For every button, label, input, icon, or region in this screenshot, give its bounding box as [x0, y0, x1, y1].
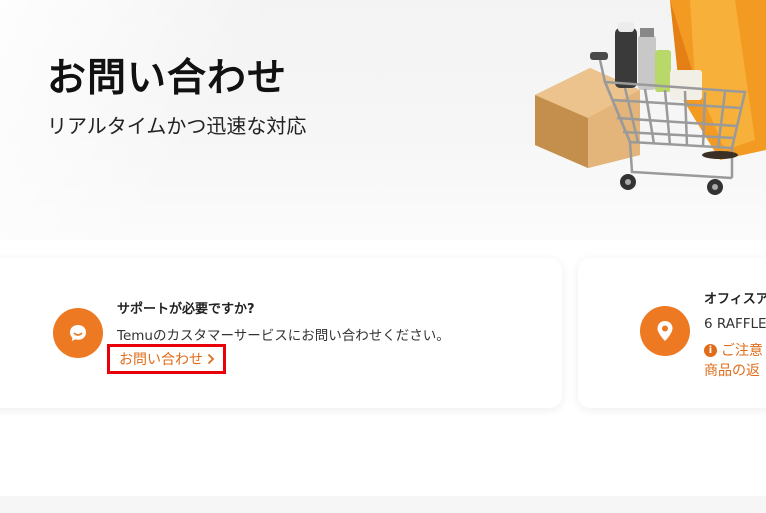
office-address-card: オフィスア 6 RAFFLE i ご注意 商品の返: [578, 258, 766, 408]
chevron-right-icon: [207, 353, 215, 365]
location-pin-icon: [640, 306, 690, 356]
office-notice-text-line2: 商品の返: [704, 363, 760, 379]
info-icon: i: [704, 343, 717, 357]
contact-us-link-label: お問い合わせ: [119, 352, 203, 368]
chat-bubble-icon: [53, 308, 103, 358]
office-notice: i ご注意: [704, 340, 763, 360]
footer-divider: [0, 496, 766, 513]
office-card-title: オフィスア: [704, 292, 766, 307]
page-subtitle: リアルタイムかつ迅速な対応: [47, 114, 307, 138]
support-card-description: Temuのカスタマーサービスにお問い合わせください。: [117, 328, 450, 344]
support-card: サポートが必要ですか? Temuのカスタマーサービスにお問い合わせください。 お…: [0, 258, 562, 408]
contact-us-link[interactable]: お問い合わせ: [107, 344, 226, 374]
office-address-text: 6 RAFFLE: [704, 316, 766, 332]
hero-banner: お問い合わせ リアルタイムかつ迅速な対応: [0, 0, 766, 240]
support-card-title: サポートが必要ですか?: [117, 302, 255, 317]
office-notice-text: ご注意: [721, 343, 763, 359]
page-title: お問い合わせ: [47, 56, 288, 101]
shopping-cart-illustration: [535, 0, 766, 195]
